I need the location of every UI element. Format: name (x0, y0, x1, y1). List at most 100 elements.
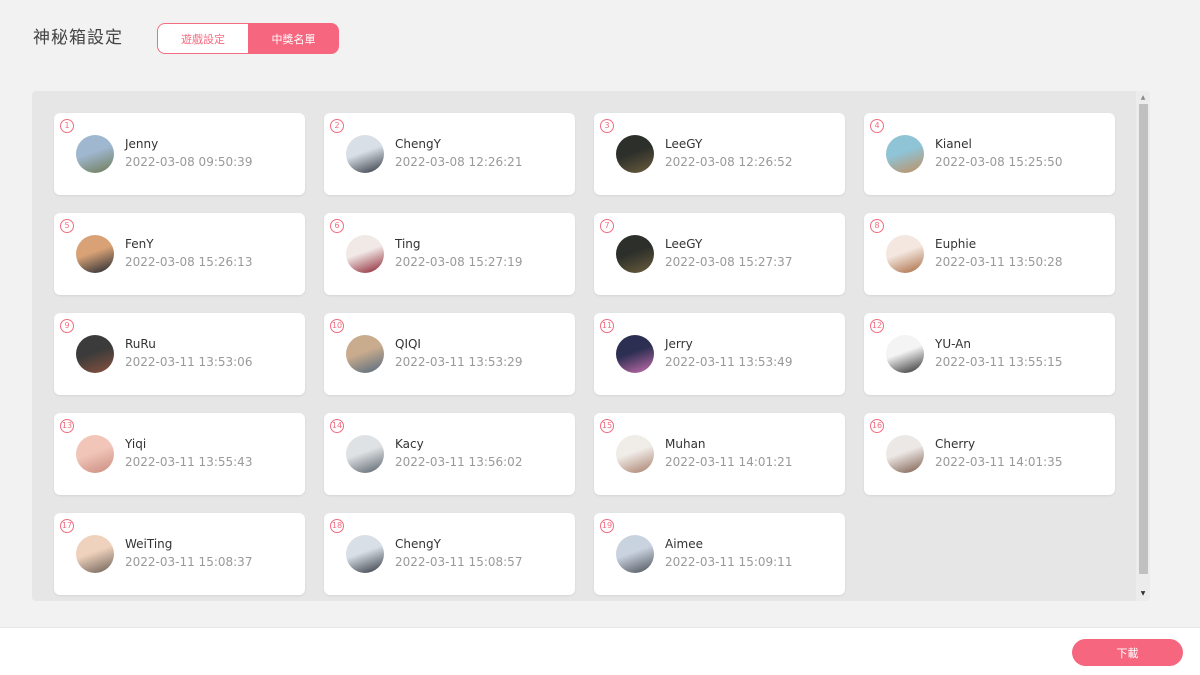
winner-timestamp: 2022-03-11 13:53:49 (665, 355, 793, 369)
winner-timestamp: 2022-03-11 13:55:15 (935, 355, 1063, 369)
avatar (346, 535, 384, 573)
avatar (886, 435, 924, 473)
winner-name: Cherry (935, 437, 976, 451)
winner-card: 2 ChengY 2022-03-08 12:26:21 (324, 113, 575, 195)
winner-name: LeeGY (665, 237, 703, 251)
winner-timestamp: 2022-03-11 14:01:35 (935, 455, 1063, 469)
avatar (616, 535, 654, 573)
winner-name: Euphie (935, 237, 977, 251)
winner-name: Yiqi (125, 437, 147, 451)
scroll-thumb[interactable] (1139, 104, 1148, 574)
page-title: 神秘箱設定 (33, 28, 123, 48)
avatar (76, 235, 114, 273)
avatar (616, 335, 654, 373)
winner-name: Muhan (665, 437, 706, 451)
winner-rank-badge: 10 (330, 319, 344, 333)
winner-card: 7 LeeGY 2022-03-08 15:27:37 (594, 213, 845, 295)
scroll-down-arrow-icon[interactable]: ▼ (1136, 589, 1150, 599)
winner-rank-badge: 13 (60, 419, 74, 433)
winner-timestamp: 2022-03-11 13:56:02 (395, 455, 523, 469)
winner-card: 11 Jerry 2022-03-11 13:53:49 (594, 313, 845, 395)
winner-timestamp: 2022-03-08 12:26:21 (395, 155, 523, 169)
winner-timestamp: 2022-03-11 15:08:37 (125, 555, 253, 569)
winner-rank-badge: 11 (600, 319, 614, 333)
winner-card: 4 Kianel 2022-03-08 15:25:50 (864, 113, 1115, 195)
avatar (346, 135, 384, 173)
winner-timestamp: 2022-03-08 15:27:37 (665, 255, 793, 269)
winner-name: YU-An (935, 337, 971, 351)
winner-timestamp: 2022-03-08 15:27:19 (395, 255, 523, 269)
winner-timestamp: 2022-03-11 13:53:06 (125, 355, 253, 369)
winner-name: Ting (395, 237, 421, 251)
winner-rank-badge: 18 (330, 519, 344, 533)
winner-grid: 1 Jenny 2022-03-08 09:50:39 2 ChengY 2022-03-… (54, 113, 1115, 595)
winner-name: FenY (125, 237, 154, 251)
winner-rank-badge: 16 (870, 419, 884, 433)
winner-card: 12 YU-An 2022-03-11 13:55:15 (864, 313, 1115, 395)
avatar (346, 435, 384, 473)
winner-name: QIQI (395, 337, 421, 351)
winner-card: 14 Kacy 2022-03-11 13:56:02 (324, 413, 575, 495)
winner-name: LeeGY (665, 137, 703, 151)
avatar (886, 335, 924, 373)
winner-card: 16 Cherry 2022-03-11 14:01:35 (864, 413, 1115, 495)
winner-card: 15 Muhan 2022-03-11 14:01:21 (594, 413, 845, 495)
winner-name: Kacy (395, 437, 424, 451)
winner-rank-badge: 9 (60, 319, 74, 333)
winner-rank-badge: 12 (870, 319, 884, 333)
avatar (76, 535, 114, 573)
winner-rank-badge: 19 (600, 519, 614, 533)
winner-card: 5 FenY 2022-03-08 15:26:13 (54, 213, 305, 295)
winner-rank-badge: 6 (330, 219, 344, 233)
winner-card: 8 Euphie 2022-03-11 13:50:28 (864, 213, 1115, 295)
winner-name: ChengY (395, 537, 441, 551)
winner-card: 17 WeiTing 2022-03-11 15:08:37 (54, 513, 305, 595)
winner-card: 19 Aimee 2022-03-11 15:09:11 (594, 513, 845, 595)
winner-name: ChengY (395, 137, 441, 151)
winner-rank-badge: 3 (600, 119, 614, 133)
winner-rank-badge: 17 (60, 519, 74, 533)
winner-rank-badge: 4 (870, 119, 884, 133)
footer-bar: 下載 (0, 627, 1200, 675)
winner-rank-badge: 14 (330, 419, 344, 433)
winner-card: 18 ChengY 2022-03-11 15:08:57 (324, 513, 575, 595)
avatar (346, 335, 384, 373)
tab-game-settings[interactable]: 遊戲設定 (157, 23, 248, 54)
tab-group: 遊戲設定 中獎名單 (157, 23, 339, 54)
winner-name: WeiTing (125, 537, 173, 551)
scrollbar[interactable]: ▲ ▼ (1136, 91, 1150, 601)
winner-name: Jerry (665, 337, 693, 351)
scroll-up-arrow-icon[interactable]: ▲ (1136, 93, 1150, 103)
avatar (616, 135, 654, 173)
winner-timestamp: 2022-03-11 13:53:29 (395, 355, 523, 369)
winner-name: Jenny (125, 137, 159, 151)
winner-card: 1 Jenny 2022-03-08 09:50:39 (54, 113, 305, 195)
avatar (76, 335, 114, 373)
winner-card: 6 Ting 2022-03-08 15:27:19 (324, 213, 575, 295)
winner-timestamp: 2022-03-11 13:50:28 (935, 255, 1063, 269)
winner-card: 10 QIQI 2022-03-11 13:53:29 (324, 313, 575, 395)
winner-rank-badge: 2 (330, 119, 344, 133)
winner-rank-badge: 1 (60, 119, 74, 133)
winner-name: Kianel (935, 137, 972, 151)
winner-card: 9 RuRu 2022-03-11 13:53:06 (54, 313, 305, 395)
avatar (616, 435, 654, 473)
winner-timestamp: 2022-03-08 15:26:13 (125, 255, 253, 269)
avatar (616, 235, 654, 273)
winner-timestamp: 2022-03-11 13:55:43 (125, 455, 253, 469)
avatar (346, 235, 384, 273)
winner-timestamp: 2022-03-11 15:08:57 (395, 555, 523, 569)
winner-rank-badge: 8 (870, 219, 884, 233)
download-button[interactable]: 下載 (1072, 639, 1183, 666)
winner-card: 3 LeeGY 2022-03-08 12:26:52 (594, 113, 845, 195)
winner-timestamp: 2022-03-11 14:01:21 (665, 455, 793, 469)
tab-winner-list[interactable]: 中獎名單 (248, 23, 339, 54)
winner-rank-badge: 7 (600, 219, 614, 233)
winner-timestamp: 2022-03-08 15:25:50 (935, 155, 1063, 169)
winner-card: 13 Yiqi 2022-03-11 13:55:43 (54, 413, 305, 495)
winner-name: Aimee (665, 537, 703, 551)
winner-timestamp: 2022-03-11 15:09:11 (665, 555, 793, 569)
avatar (76, 135, 114, 173)
winner-rank-badge: 5 (60, 219, 74, 233)
winner-timestamp: 2022-03-08 12:26:52 (665, 155, 793, 169)
